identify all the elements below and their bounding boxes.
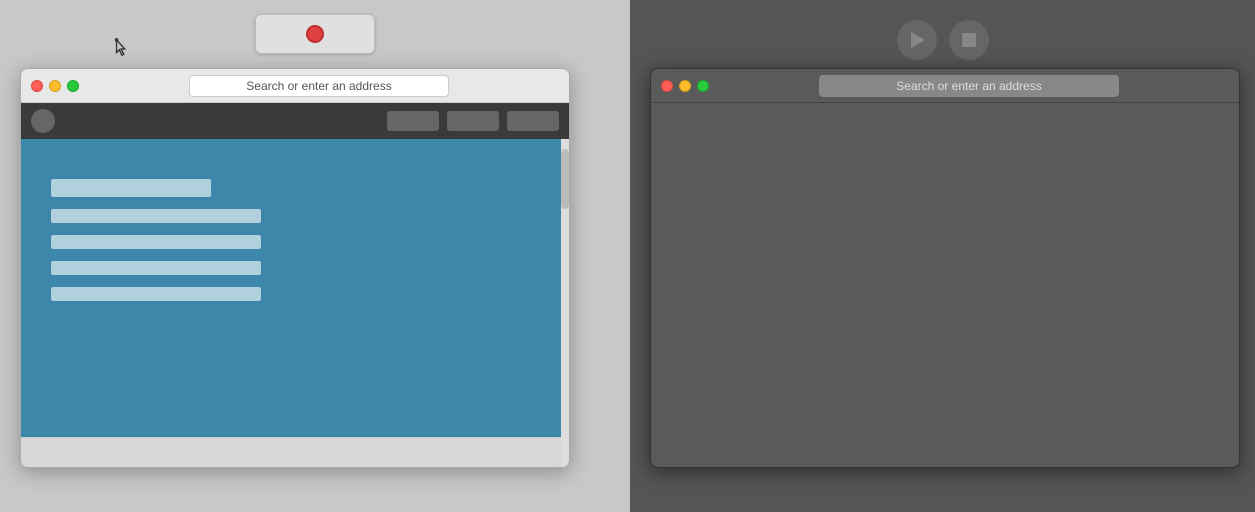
traffic-lights-right xyxy=(661,80,709,92)
cursor-icon xyxy=(112,38,132,58)
content-text-4 xyxy=(51,287,261,301)
right-panel xyxy=(630,0,1255,512)
record-dot-icon xyxy=(306,25,324,43)
content-text-1 xyxy=(51,209,261,223)
content-text-2 xyxy=(51,235,261,249)
stop-button[interactable] xyxy=(949,20,989,60)
scrollbar[interactable] xyxy=(561,139,569,468)
minimize-button[interactable] xyxy=(49,80,61,92)
toolbar-tab-1[interactable] xyxy=(387,111,439,131)
browser-body-right xyxy=(651,103,1239,467)
address-input-left[interactable] xyxy=(189,75,449,97)
browser-toolbar-left xyxy=(21,103,569,139)
browser-window-left xyxy=(20,68,570,468)
content-title xyxy=(51,179,211,197)
content-text-3 xyxy=(51,261,261,275)
toolbar-tab-2[interactable] xyxy=(447,111,499,131)
record-button[interactable] xyxy=(255,14,375,54)
browser-footer-left xyxy=(21,437,569,467)
left-panel xyxy=(0,0,630,512)
traffic-lights-left xyxy=(31,80,79,92)
address-bar-right[interactable] xyxy=(719,75,1219,97)
stop-icon xyxy=(962,33,976,47)
browser-titlebar-right xyxy=(651,69,1239,103)
close-button[interactable] xyxy=(31,80,43,92)
browser-window-right xyxy=(650,68,1240,468)
minimize-button-right[interactable] xyxy=(679,80,691,92)
play-button[interactable] xyxy=(897,20,937,60)
toolbar-icon xyxy=(31,109,55,133)
record-button-container xyxy=(255,14,375,54)
maximize-button-right[interactable] xyxy=(697,80,709,92)
scrollbar-thumb[interactable] xyxy=(561,149,569,209)
close-button-right[interactable] xyxy=(661,80,673,92)
playback-controls xyxy=(897,20,989,60)
address-input-right[interactable] xyxy=(819,75,1119,97)
address-bar-left[interactable] xyxy=(89,75,549,97)
browser-content-left xyxy=(21,139,569,437)
maximize-button[interactable] xyxy=(67,80,79,92)
toolbar-tab-3[interactable] xyxy=(507,111,559,131)
browser-titlebar-left xyxy=(21,69,569,103)
play-icon xyxy=(911,32,925,48)
